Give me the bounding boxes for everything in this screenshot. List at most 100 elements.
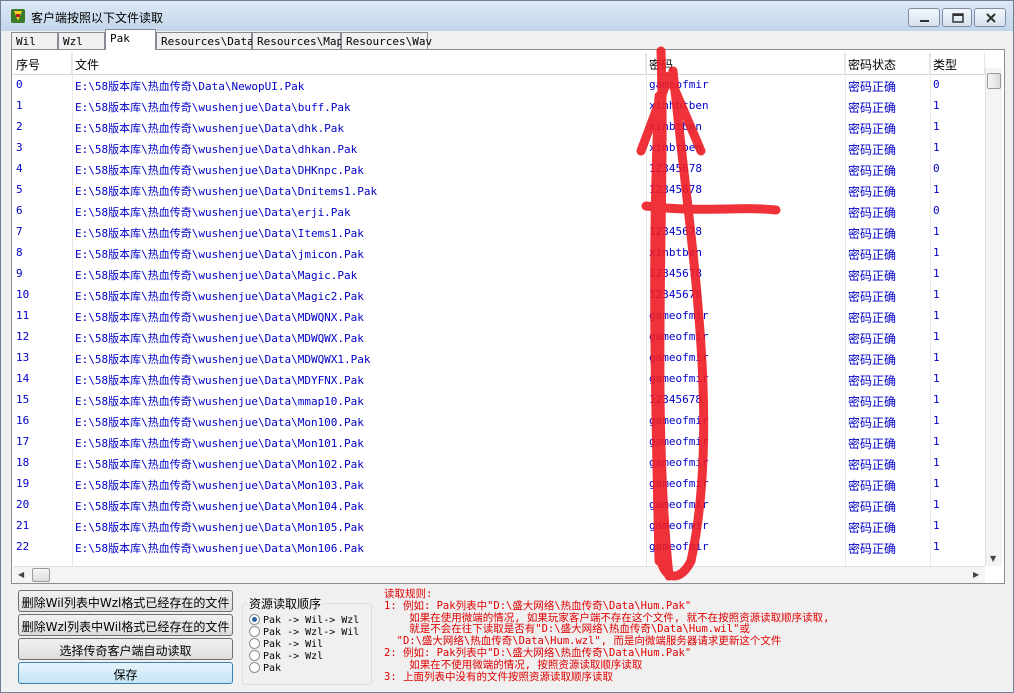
tab-wil[interactable]: Wil — [11, 32, 58, 50]
cell-password: gameofmir — [649, 414, 709, 427]
header-file[interactable]: 文件 — [72, 53, 646, 75]
cell-index: 0 — [16, 78, 23, 91]
cell-type: 1 — [933, 183, 940, 196]
cell-type: 1 — [933, 414, 940, 427]
table-row[interactable]: 16 E:\58版本库\热血传奇\wushenjue\Data\Mon100.Pa… — [13, 411, 985, 432]
cell-type: 1 — [933, 498, 940, 511]
cell-type: 1 — [933, 372, 940, 385]
radio-icon[interactable] — [249, 626, 260, 637]
radio-pak[interactable]: Pak — [249, 662, 281, 674]
table-row[interactable]: 1 E:\58版本库\热血传奇\wushenjue\Data\buff.Pak xi… — [13, 96, 985, 117]
auto-read-client-button[interactable]: 选择传奇客户端自动读取 — [18, 638, 233, 660]
header-type[interactable]: 类型 — [930, 53, 985, 75]
header-password[interactable]: 密码 — [646, 53, 845, 75]
table-row[interactable]: 22 E:\58版本库\热血传奇\wushenjue\Data\Mon106.Pa… — [13, 537, 985, 558]
table-row[interactable]: 19 E:\58版本库\热血传奇\wushenjue\Data\Mon103.Pa… — [13, 474, 985, 495]
cell-status: 密码正确 — [848, 542, 897, 556]
table-row[interactable]: 18 E:\58版本库\热血传奇\wushenjue\Data\Mon102.Pa… — [13, 453, 985, 474]
table-row[interactable]: 8 E:\58版本库\热血传奇\wushenjue\Data\jmicon.Pak… — [13, 243, 985, 264]
table-row[interactable]: 15 E:\58版本库\热血传奇\wushenjue\Data\mmap10.Pa… — [13, 390, 985, 411]
cell-index: 16 — [16, 414, 30, 427]
cell-file: E:\58版本库\热血传奇\wushenjue\Data\Items1.Pak — [75, 227, 364, 240]
cell-status: 密码正确 — [848, 437, 897, 451]
tab-wzl[interactable]: Wzl — [58, 32, 105, 50]
table-row[interactable]: 13 E:\58版本库\热血传奇\wushenjue\Data\MDWQWX1.P… — [13, 348, 985, 369]
table-row[interactable]: 3 E:\58版本库\热血传奇\wushenjue\Data\dhkan.Pak x… — [13, 138, 985, 159]
cell-password: gameofmir — [649, 330, 709, 343]
cell-password: gameofmir — [649, 435, 709, 448]
cell-type: 1 — [933, 393, 940, 406]
table-row[interactable]: 12 E:\58版本库\热血传奇\wushenjue\Data\MDWQWX.Pa… — [13, 327, 985, 348]
cell-status: 密码正确 — [848, 500, 897, 514]
cell-type: 1 — [933, 351, 940, 364]
radio-pak-wzl[interactable]: Pak -> Wzl — [249, 650, 323, 662]
cell-type: 1 — [933, 141, 940, 154]
radio-icon[interactable] — [249, 650, 260, 661]
table-row[interactable]: 17 E:\58版本库\热血传奇\wushenjue\Data\Mon101.Pa… — [13, 432, 985, 453]
cell-type: 1 — [933, 540, 940, 553]
cell-status: 密码正确 — [848, 395, 897, 409]
minimize-button[interactable] — [908, 8, 940, 27]
tab-resources-map[interactable]: Resources\Map — [252, 32, 343, 50]
cell-password: xinbtben — [649, 141, 702, 154]
delete-wil-duplicates-button[interactable]: 删除Wil列表中Wzl格式已经存在的文件 — [18, 590, 233, 612]
cell-file: E:\58版本库\热血传奇\wushenjue\Data\erji.Pak — [75, 206, 351, 219]
close-button[interactable] — [974, 8, 1006, 27]
scroll-right-icon[interactable]: ▶ — [973, 570, 979, 579]
cell-type: 1 — [933, 519, 940, 532]
radio-icon[interactable] — [249, 662, 260, 673]
radio-selected-icon[interactable] — [249, 614, 260, 625]
cell-type: 1 — [933, 309, 940, 322]
cell-password: 12345678 — [649, 393, 702, 406]
table-row[interactable]: 5 E:\58版本库\热血传奇\wushenjue\Data\Dnitems1.P… — [13, 180, 985, 201]
table-row[interactable]: 2 E:\58版本库\热血传奇\wushenjue\Data\dhk.Pak xin… — [13, 117, 985, 138]
tab-pak[interactable]: Pak — [105, 29, 156, 50]
cell-file: E:\58版本库\热血传奇\wushenjue\Data\MDWQWX1.Pak — [75, 353, 371, 366]
cell-status: 密码正确 — [848, 479, 897, 493]
cell-status: 密码正确 — [848, 143, 897, 157]
rule-line: 3: 上面列表中没有的文件按照资源读取顺序读取 — [384, 670, 613, 683]
table-row[interactable]: 20 E:\58版本库\热血传奇\wushenjue\Data\Mon104.Pa… — [13, 495, 985, 516]
vertical-scrollbar[interactable]: ▼ — [985, 68, 1002, 566]
cell-password: xinbtben — [649, 246, 702, 259]
cell-password: gameofmir — [649, 519, 709, 532]
header-index[interactable]: 序号 — [13, 53, 72, 75]
table-row[interactable]: 6 E:\58版本库\热血传奇\wushenjue\Data\erji.Pak 密码… — [13, 201, 985, 222]
radio-label: Pak — [263, 663, 282, 674]
table-row[interactable]: 10 E:\58版本库\热血传奇\wushenjue\Data\Magic2.Pa… — [13, 285, 985, 306]
cell-status: 密码正确 — [848, 374, 897, 388]
table-row[interactable]: 9 E:\58版本库\热血传奇\wushenjue\Data\Magic.Pak 1… — [13, 264, 985, 285]
cell-password: gameofmir — [649, 78, 709, 91]
vertical-scroll-thumb[interactable] — [987, 73, 1001, 89]
table-row[interactable]: 21 E:\58版本库\热血传奇\wushenjue\Data\Mon105.Pa… — [13, 516, 985, 537]
maximize-button[interactable] — [942, 8, 972, 27]
cell-password: 12345678 — [649, 267, 702, 280]
scroll-down-icon[interactable]: ▼ — [990, 554, 996, 563]
file-list[interactable]: 序号 文件 密码 密码状态 类型 0 E:\58版本库\热血传奇\Data\New… — [13, 53, 999, 568]
tab-resources-data[interactable]: Resources\Data — [156, 32, 254, 50]
cell-file: E:\58版本库\热血传奇\wushenjue\Data\Mon103.Pak — [75, 479, 364, 492]
tab-resources-wav[interactable]: Resources\Wav — [341, 32, 432, 50]
table-row[interactable]: 14 E:\58版本库\热血传奇\wushenjue\Data\MDYFNX.Pa… — [13, 369, 985, 390]
delete-wzl-duplicates-button[interactable]: 删除Wzl列表中Wil格式已经存在的文件 — [18, 614, 233, 636]
header-status[interactable]: 密码状态 — [845, 53, 930, 75]
cell-index: 14 — [16, 372, 30, 385]
cell-file: E:\58版本库\热血传奇\wushenjue\Data\Magic2.Pak — [75, 290, 364, 303]
horizontal-scrollbar[interactable]: ◀ ▶ — [13, 566, 985, 583]
radio-pak-wzl-wil[interactable]: Pak -> Wzl-> Wil — [249, 626, 359, 638]
window-title: 客户端按照以下文件读取 — [31, 11, 164, 25]
list-header: 序号 文件 密码 密码状态 类型 — [13, 53, 985, 75]
radio-pak-wil-wzl[interactable]: Pak -> Wil-> Wzl — [249, 614, 359, 626]
table-row[interactable]: 4 E:\58版本库\热血传奇\wushenjue\Data\DHKnpc.Pak… — [13, 159, 985, 180]
table-row[interactable]: 11 E:\58版本库\热血传奇\wushenjue\Data\MDWQNX.Pa… — [13, 306, 985, 327]
radio-icon[interactable] — [249, 638, 260, 649]
radio-pak-wil[interactable]: Pak -> Wil — [249, 638, 323, 650]
table-row[interactable]: 0 E:\58版本库\热血传奇\Data\NewopUI.Pak gameofmir… — [13, 75, 985, 96]
save-button[interactable]: 保存 — [18, 662, 233, 684]
table-row[interactable]: 7 E:\58版本库\热血传奇\wushenjue\Data\Items1.Pak… — [13, 222, 985, 243]
scroll-left-icon[interactable]: ◀ — [18, 570, 24, 579]
title-bar: 客户端按照以下文件读取 — [1, 1, 1013, 31]
cell-index: 9 — [16, 267, 23, 280]
maximize-icon — [952, 13, 964, 23]
horizontal-scroll-thumb[interactable] — [32, 568, 50, 582]
